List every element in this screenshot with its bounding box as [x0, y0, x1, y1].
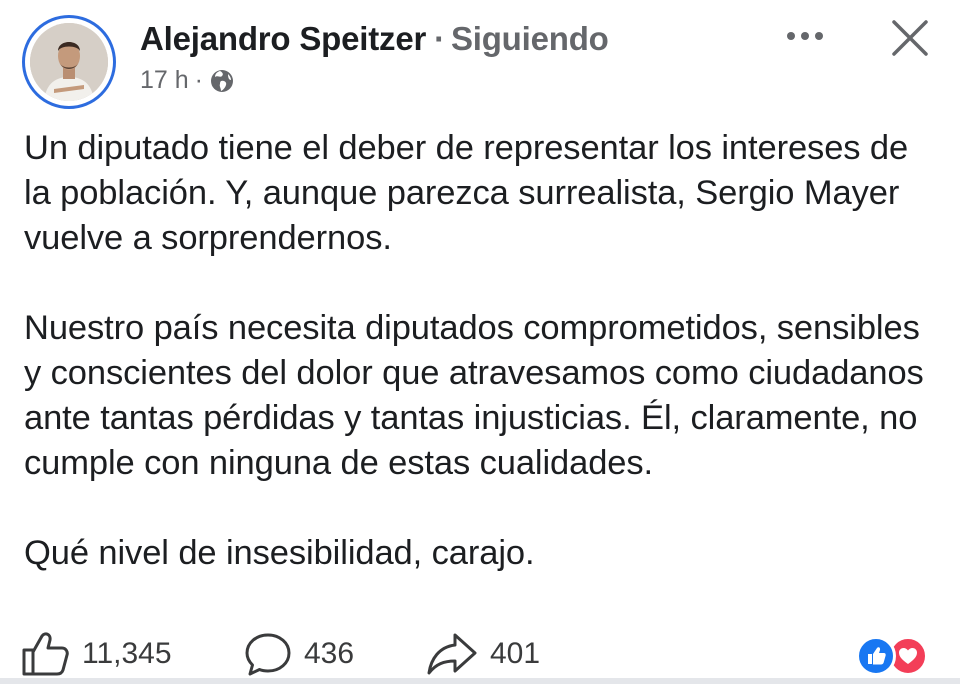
post-timestamp[interactable]: 17 h [140, 66, 189, 95]
like-count: 11,345 [82, 637, 172, 670]
post-paragraph: Un diputado tiene el deber de representa… [24, 129, 909, 257]
share-arrow-icon [426, 631, 478, 677]
like-reaction-icon [856, 636, 896, 676]
avatar-story-ring[interactable] [22, 15, 116, 109]
bottom-divider [0, 678, 960, 684]
name-separator: · [434, 20, 445, 57]
more-options-icon[interactable] [780, 20, 830, 52]
globe-icon[interactable] [209, 68, 235, 94]
comment-count: 436 [304, 637, 355, 670]
meta-separator: · [194, 66, 203, 94]
more-dot [787, 32, 795, 40]
author-line: Alejandro Speitzer · Siguiendo [140, 20, 609, 58]
reactions-summary[interactable] [856, 636, 938, 678]
post-paragraph: Nuestro país necesita diputados comprome… [24, 309, 924, 482]
post-meta: 17 h · [140, 66, 235, 95]
comment-button[interactable]: 436 [244, 628, 354, 680]
avatar-photo [30, 23, 108, 101]
thumbs-up-icon [20, 630, 70, 678]
comment-bubble-icon [244, 630, 292, 678]
follow-status[interactable]: Siguiendo [451, 20, 609, 57]
share-button[interactable]: 401 [426, 628, 540, 680]
like-button[interactable]: 11,345 [20, 628, 172, 680]
post-footer: 11,345 436 401 [0, 626, 960, 684]
more-dot [815, 32, 823, 40]
post-header: Alejandro Speitzer · Siguiendo 17 h · [0, 0, 960, 120]
avatar[interactable] [30, 23, 108, 101]
author-name[interactable]: Alejandro Speitzer [140, 20, 426, 57]
share-count: 401 [490, 637, 541, 670]
close-icon[interactable] [884, 12, 936, 64]
post-body: Un diputado tiene el deber de representa… [24, 126, 944, 576]
more-dot [801, 32, 809, 40]
post-paragraph: Qué nivel de insesibilidad, carajo. [24, 534, 535, 572]
